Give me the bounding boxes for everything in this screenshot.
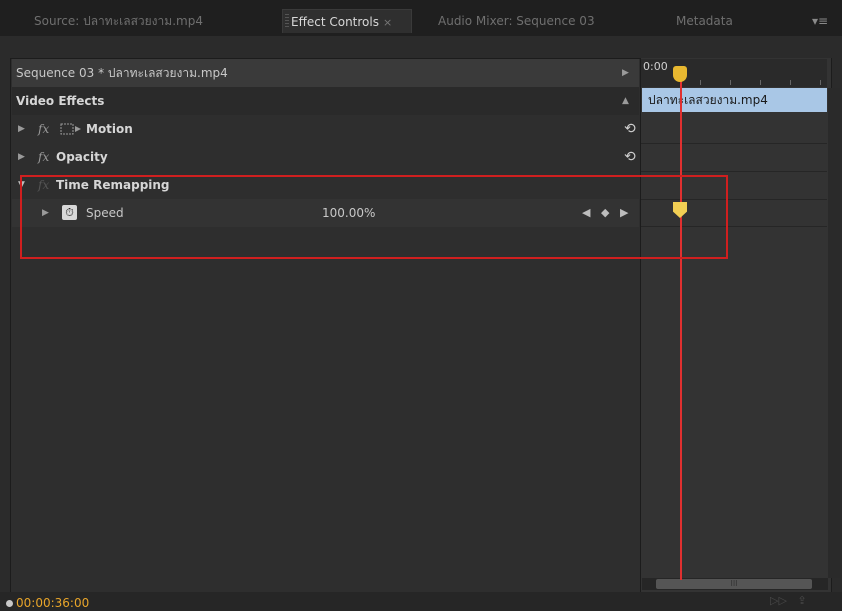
tab-source[interactable]: Source: ปลาทะเลสวยงาม.mp4: [26, 9, 266, 33]
expand-triangle-icon[interactable]: ▶: [18, 143, 25, 171]
mini-timeline[interactable]: [640, 58, 831, 592]
panel-menu-icon[interactable]: ▾≡: [808, 11, 832, 31]
tab-metadata-label: Metadata: [676, 14, 733, 28]
horizontal-scroll-thumb[interactable]: III: [656, 579, 812, 589]
playhead-handle-icon[interactable]: [673, 66, 687, 82]
motion-label: Motion: [86, 122, 133, 136]
effect-row-motion[interactable]: ▶ fx Motion ⟲: [12, 115, 639, 143]
ruler-tick: [700, 80, 701, 85]
reset-icon[interactable]: ⟲: [624, 115, 636, 143]
sequence-header: Sequence 03 * ปลาทะเลสวยงาม.mp4 ▶: [12, 59, 639, 87]
tab-audio-mixer-label: Audio Mixer: Sequence 03: [438, 14, 595, 28]
tab-grip-icon: [285, 14, 289, 29]
video-effects-header: Video Effects ▲: [12, 87, 639, 115]
tab-source-label: Source: ปลาทะเลสวยงาม.mp4: [34, 14, 203, 28]
timeline-row-divider: [641, 171, 827, 172]
ruler-tick: [790, 80, 791, 85]
opacity-label: Opacity: [56, 150, 108, 164]
ruler-tick: [820, 80, 821, 85]
reset-icon[interactable]: ⟲: [624, 143, 636, 171]
show-timeline-icon[interactable]: ▶: [622, 59, 629, 87]
tab-audio-mixer[interactable]: Audio Mixer: Sequence 03: [430, 9, 640, 33]
ruler-time-label: 0:00: [643, 60, 668, 73]
status-bar: [0, 592, 842, 611]
transform-handle-icon[interactable]: [60, 123, 82, 135]
tab-effect-controls[interactable]: Effect Controls ×: [282, 9, 412, 33]
fx-toggle-icon[interactable]: fx: [38, 115, 49, 143]
effect-row-opacity[interactable]: ▶ fx Opacity ⟲: [12, 143, 639, 171]
export-icons[interactable]: ▷▷ ⇪: [770, 594, 807, 607]
ruler-tick: [760, 80, 761, 85]
collapse-up-icon[interactable]: ▲: [622, 87, 629, 115]
ruler-tick: [730, 80, 731, 85]
clip-bar[interactable]: ปลาทะเลสวยงาม.mp4: [642, 88, 827, 112]
close-icon[interactable]: ×: [383, 16, 392, 29]
sequence-label: Sequence 03 * ปลาทะเลสวยงาม.mp4: [16, 66, 228, 80]
tab-metadata[interactable]: Metadata: [668, 9, 778, 33]
tab-effect-controls-label: Effect Controls: [291, 15, 379, 29]
current-timecode[interactable]: 00:00:36:00: [16, 596, 89, 610]
timecode-dot-icon: [6, 600, 13, 607]
time-ruler[interactable]: [641, 59, 827, 87]
annotation-highlight-box: [20, 175, 728, 259]
vertical-scrollbar[interactable]: [828, 88, 840, 578]
playhead-line[interactable]: [680, 68, 682, 580]
timeline-row-divider: [641, 143, 827, 144]
expand-triangle-icon[interactable]: ▶: [18, 115, 25, 143]
video-effects-title: Video Effects: [16, 94, 105, 108]
fx-toggle-icon[interactable]: fx: [38, 143, 49, 171]
